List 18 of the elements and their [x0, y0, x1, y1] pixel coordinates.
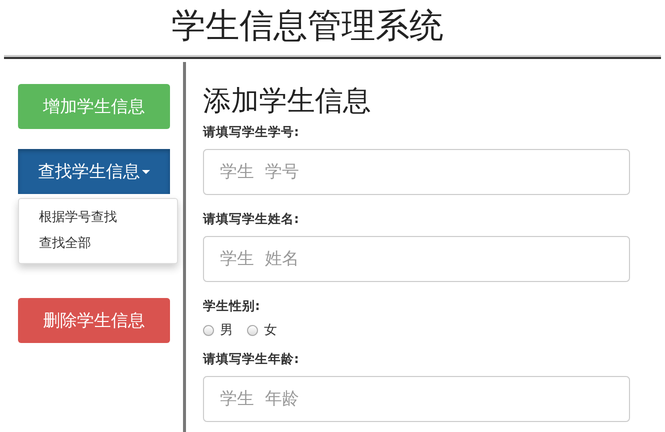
input-field[interactable]: 学生 学号 [203, 149, 630, 195]
menu-item[interactable]: 根据学号查找 [19, 205, 177, 231]
input-field[interactable]: 学生 年龄 [203, 376, 630, 422]
sidebar-button[interactable]: 查找学生信息 [18, 149, 170, 194]
field-label: 请填写学生年龄: [203, 351, 300, 368]
input-field[interactable]: 学生 姓名 [203, 236, 630, 282]
field-label: 学生性别: [203, 298, 261, 315]
radio-button[interactable] [203, 324, 214, 336]
field-label: 请填写学生学号: [203, 124, 300, 141]
caret-icon [142, 170, 150, 174]
radio-label: 男 [220, 322, 233, 339]
field-label: 请填写学生姓名: [203, 211, 300, 228]
radio-button[interactable] [247, 324, 258, 336]
app-title: 学生信息管理系统 [172, 5, 444, 48]
radio-label: 女 [264, 322, 277, 339]
menu-item[interactable]: 查找全部 [19, 231, 177, 257]
form-heading: 添加学生信息 [203, 84, 372, 118]
sidebar-button[interactable]: 删除学生信息 [18, 298, 170, 343]
